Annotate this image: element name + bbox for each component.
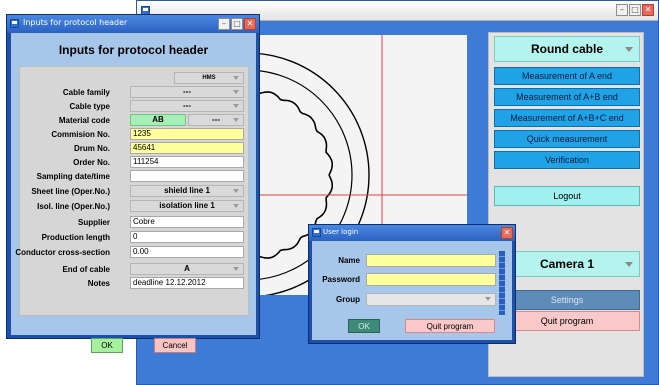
end-of-cable-value: A (184, 264, 190, 273)
verification-button[interactable]: Verification (494, 151, 640, 169)
user-login-dialog: User login ✕ Name Password Group OK Quit… (308, 224, 516, 344)
conductor-cross-section-label: Conductor cross-section (15, 248, 110, 257)
measure-a-end-button[interactable]: Measurement of A end (494, 67, 640, 85)
conductor-cross-section-input[interactable]: 0.00 (130, 246, 244, 258)
login-dialog-body: Name Password Group OK Quit program (312, 241, 512, 340)
sheet-line-value: shield line 1 (164, 186, 210, 195)
supplier-input[interactable]: Cobre (130, 216, 244, 228)
material-code-value: AB (152, 115, 164, 124)
material-code-select-value: --- (212, 115, 220, 124)
cable-family-select[interactable]: --- (130, 86, 244, 98)
close-button[interactable]: ✕ (642, 4, 654, 16)
cancel-button[interactable]: Cancel (154, 338, 196, 353)
group-select[interactable] (366, 293, 496, 306)
protocol-form: HMS Cable family --- Cable type --- Mate… (15, 66, 249, 316)
quick-measurement-button[interactable]: Quick measurement (494, 130, 640, 148)
chevron-down-icon (233, 90, 239, 94)
order-no-label: Order No. (73, 158, 110, 167)
isol-line-select[interactable]: isolation line 1 (130, 200, 244, 212)
group-label: Group (336, 295, 360, 304)
login-ok-button[interactable]: OK (348, 319, 380, 333)
close-button[interactable]: ✕ (501, 227, 513, 239)
production-length-input[interactable]: 0 (130, 231, 244, 243)
ok-button[interactable]: OK (91, 338, 123, 353)
protocol-dialog-titlebar: Inputs for protocol header – □ ✕ (7, 15, 259, 33)
login-quit-program-button[interactable]: Quit program (405, 319, 495, 333)
supplier-label: Supplier (77, 218, 110, 227)
end-of-cable-label: End of cable (62, 265, 110, 274)
protocol-header-dialog: Inputs for protocol header – □ ✕ Inputs … (6, 14, 260, 353)
drum-no-label: Drum No. (74, 144, 110, 153)
material-code-label: Material code (58, 116, 110, 125)
page-title: Inputs for protocol header (58, 43, 209, 57)
end-of-cable-select[interactable]: A (130, 263, 244, 275)
isol-line-label: Isol. line (Oper.No.) (37, 202, 110, 211)
cable-type-field-select[interactable]: --- (130, 100, 244, 112)
chevron-down-icon (485, 297, 491, 301)
minimize-button[interactable]: – (218, 18, 230, 30)
isol-line-value: isolation line 1 (159, 201, 215, 210)
measure-ab-end-button[interactable]: Measurement of A+B end (494, 88, 640, 106)
logout-button[interactable]: Logout (494, 186, 640, 206)
measure-abc-end-button[interactable]: Measurement of A+B+C end (494, 109, 640, 127)
cable-family-value: --- (183, 87, 191, 96)
cable-type-select[interactable]: Round cable (494, 36, 640, 62)
material-code-field[interactable]: AB (130, 114, 186, 126)
chevron-down-icon (625, 47, 633, 52)
app-icon (312, 228, 321, 237)
login-scrollbar[interactable] (499, 251, 505, 315)
protocol-template-value: HMS (202, 75, 216, 81)
chevron-down-icon (233, 118, 239, 122)
maximize-button[interactable]: □ (231, 18, 243, 30)
chevron-down-icon (233, 189, 239, 193)
notes-input[interactable]: deadline 12.12.2012 (130, 277, 244, 289)
protocol-template-select[interactable]: HMS (174, 72, 244, 84)
camera-select-value: Camera 1 (539, 257, 595, 271)
password-label: Password (322, 275, 360, 284)
login-dialog-titlebar: User login ✕ (309, 225, 515, 241)
chevron-down-icon (233, 204, 239, 208)
commission-no-input[interactable]: 1235 (130, 128, 244, 140)
name-input[interactable] (366, 254, 496, 267)
sampling-datetime-input[interactable] (130, 170, 244, 182)
close-button[interactable]: ✕ (244, 18, 256, 30)
cable-type-value: --- (183, 101, 191, 110)
sampling-datetime-label: Sampling date/time (36, 172, 110, 181)
cable-type-label: Cable type (69, 102, 110, 111)
drum-no-input[interactable]: 45641 (130, 142, 244, 154)
cable-type-select-value: Round cable (530, 42, 603, 56)
maximize-button[interactable]: □ (629, 4, 641, 16)
chevron-down-icon (233, 104, 239, 108)
password-input[interactable] (366, 273, 496, 286)
cable-family-label: Cable family (62, 88, 110, 97)
protocol-dialog-title: Inputs for protocol header (23, 18, 128, 27)
notes-label: Notes (87, 279, 110, 288)
name-label: Name (338, 256, 360, 265)
app-icon (10, 19, 19, 28)
sheet-line-label: Sheet line (Oper.No.) (31, 187, 110, 196)
material-code-select[interactable]: --- (188, 114, 244, 126)
minimize-button[interactable]: – (616, 4, 628, 16)
chevron-down-icon (625, 262, 633, 267)
sheet-line-select[interactable]: shield line 1 (130, 185, 244, 197)
chevron-down-icon (233, 267, 239, 271)
chevron-down-icon (233, 76, 239, 80)
order-no-input[interactable]: 111254 (130, 156, 244, 168)
commission-no-label: Commision No. (51, 130, 110, 139)
login-dialog-title: User login (323, 228, 359, 236)
production-length-label: Production length (41, 233, 110, 242)
protocol-dialog-body: Inputs for protocol header HMS Cable fam… (11, 33, 256, 353)
